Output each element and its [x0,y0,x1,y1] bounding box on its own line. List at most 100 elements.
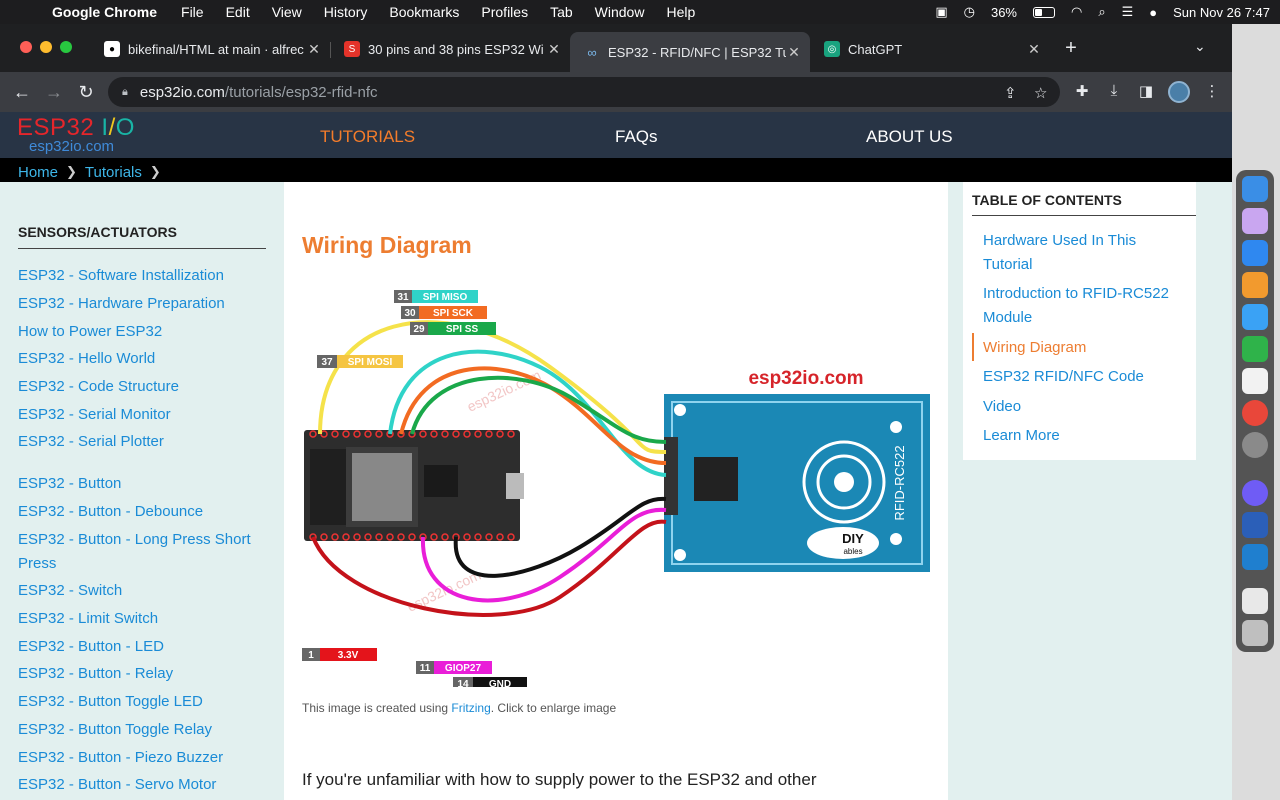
finder-icon[interactable] [1242,176,1268,202]
wiring-diagram[interactable]: esp32io.com esp32io.com RFID-RC522 DIY a… [300,277,932,687]
display-icon[interactable]: ▣ [935,4,947,20]
esp32-chip [424,465,458,497]
document-icon[interactable] [1242,588,1268,614]
sidebar-link[interactable]: ESP32 - Limit Switch [18,607,268,631]
keynote-icon[interactable] [1242,304,1268,330]
breadcrumb-home[interactable]: Home [18,164,58,181]
toc-link-wiring-diagram[interactable]: Wiring Diagram [983,336,1183,360]
nav-tutorials[interactable]: TUTORIALS [320,127,415,147]
menu-tab[interactable]: Tab [550,4,573,20]
kebab-menu-icon[interactable]: ⋮ [1202,82,1222,100]
reload-icon[interactable]: ↻ [76,82,96,102]
nav-faqs[interactable]: FAQs [615,127,658,147]
close-icon[interactable]: ✕ [546,41,562,58]
side-panel-icon[interactable]: ◨ [1136,82,1156,100]
wifi-icon[interactable]: ◠ [1071,4,1082,20]
pages-icon[interactable] [1242,272,1268,298]
sidebar-link[interactable]: ESP32 - Button Toggle Relay [18,718,268,742]
sidebar-link[interactable]: ESP32 - Serial Plotter [18,430,268,454]
toc-link-introduction[interactable]: Introduction to RFID-RC522 Module [983,282,1183,330]
minimize-window-button[interactable] [40,41,52,53]
sidebar-link[interactable]: ESP32 - Serial Monitor [18,403,268,427]
pin-label-spi-sck: 30 SPI SCK [401,306,487,319]
bookmark-star-icon[interactable]: ☆ [1034,84,1047,102]
share-icon[interactable]: ⇪ [1004,84,1017,102]
vscode-icon[interactable] [1242,544,1268,570]
sidebar-link[interactable]: ESP32 - Button - Long Press Short Press [18,528,268,576]
toc-title: TABLE OF CONTENTS [972,192,1196,216]
esp32io-icon: ∞ [587,44,597,60]
sidebar-link[interactable]: ESP32 - Software Installization [18,264,268,288]
nav-about-us[interactable]: ABOUT US [866,127,953,147]
pin-label-3v3: 1 3.3V [302,648,377,661]
tab-search-chevron-icon[interactable]: ⌄ [1194,38,1206,55]
numbers-icon[interactable] [1242,336,1268,362]
sidebar-link[interactable]: ESP32 - Button - Servo Motor [18,773,268,797]
mount-hole [674,404,686,416]
site-logo-subtitle[interactable]: esp32io.com [29,138,114,155]
sidebar-link[interactable]: ESP32 - Switch [18,579,268,603]
menu-bookmarks[interactable]: Bookmarks [389,4,459,20]
control-center-icon[interactable]: ☰ [1122,4,1134,20]
trash-icon[interactable] [1242,620,1268,646]
menu-window[interactable]: Window [595,4,645,20]
system-settings-icon[interactable] [1242,432,1268,458]
download-icon[interactable]: ⤓ [1104,82,1124,99]
spotlight-search-icon[interactable]: ⌕ [1098,4,1105,20]
safari-icon[interactable] [1242,240,1268,266]
time-machine-icon[interactable]: ◷ [964,4,975,20]
sidebar-link[interactable]: How to Power ESP32 [18,320,268,344]
sidebar-link[interactable]: ESP32 - Code Structure [18,375,268,399]
sidebar-link[interactable]: ESP32 - Button - Relay [18,662,268,686]
app-name-menu[interactable]: Google Chrome [52,4,157,20]
clock[interactable]: Sun Nov 26 7:47 [1173,5,1270,20]
messenger-icon[interactable] [1242,480,1268,506]
profile-avatar[interactable] [1168,81,1190,103]
sidebar-link[interactable]: ESP32 - Hello World [18,347,268,371]
zoom-window-button[interactable] [60,41,72,53]
sidebar: SENSORS/ACTUATORS ESP32 - Software Insta… [0,182,284,800]
esp32-shield [352,453,412,521]
menu-history[interactable]: History [324,4,368,20]
forward-arrow-icon[interactable]: → [44,82,64,102]
breadcrumb-tutorials[interactable]: Tutorials [85,164,142,181]
menu-profiles[interactable]: Profiles [481,4,528,20]
sidebar-link[interactable]: ESP32 - Button - Debounce [18,500,268,524]
pin-number: 11 [420,663,431,674]
back-arrow-icon[interactable]: ← [12,82,32,102]
launchpad-icon[interactable] [1242,208,1268,234]
fritzing-link[interactable]: Fritzing [451,701,490,715]
lock-icon[interactable]: 🔒︎ [122,86,128,99]
sidebar-link[interactable]: ESP32 - Button Toggle LED [18,690,268,714]
sidebar-link[interactable]: ESP32 - Button - Piezo Buzzer [18,746,268,770]
sidebar-link[interactable]: ESP32 - Button [18,472,268,496]
tab-title: bikefinal/HTML at main · alfrec [128,41,304,57]
address-bar[interactable]: 🔒︎ esp32io.com/tutorials/esp32-rfid-nfc … [108,77,1060,107]
window-controls [20,41,72,53]
menu-help[interactable]: Help [666,4,695,20]
toc-link-video[interactable]: Video [983,395,1183,419]
toc-link-code[interactable]: ESP32 RFID/NFC Code [983,365,1183,389]
sidebar-link[interactable]: ESP32 - Button - LED [18,635,268,659]
sidebar-link[interactable]: ESP32 - Hardware Preparation [18,292,268,316]
close-icon[interactable]: ✕ [786,44,802,61]
toc-link-hardware[interactable]: Hardware Used In This Tutorial [983,229,1183,277]
extensions-puzzle-icon[interactable]: ✚ [1072,82,1092,100]
word-icon[interactable] [1242,512,1268,538]
reminders-icon[interactable] [1242,368,1268,394]
new-tab-plus-icon[interactable]: + [1060,37,1082,60]
close-window-button[interactable] [20,41,32,53]
tab-chatgpt[interactable]: ◎ ChatGPT ✕ [810,32,1050,66]
close-icon[interactable]: ✕ [1026,41,1042,58]
close-icon[interactable]: ✕ [306,41,322,58]
siri-icon[interactable]: ● [1149,5,1157,20]
chrome-icon[interactable] [1242,400,1268,426]
tab-github[interactable]: ● bikefinal/HTML at main · alfrec ✕ [90,32,330,66]
tab-esp32-rfid[interactable]: ∞ ESP32 - RFID/NFC | ESP32 Tut ✕ [570,32,810,72]
menu-file[interactable]: File [181,4,204,20]
menu-view[interactable]: View [272,4,302,20]
menu-edit[interactable]: Edit [226,4,250,20]
battery-icon[interactable] [1033,6,1055,18]
tab-shop[interactable]: S 30 pins and 38 pins ESP32 Wi ✕ [330,32,570,66]
toc-link-learn-more[interactable]: Learn More [983,424,1183,448]
